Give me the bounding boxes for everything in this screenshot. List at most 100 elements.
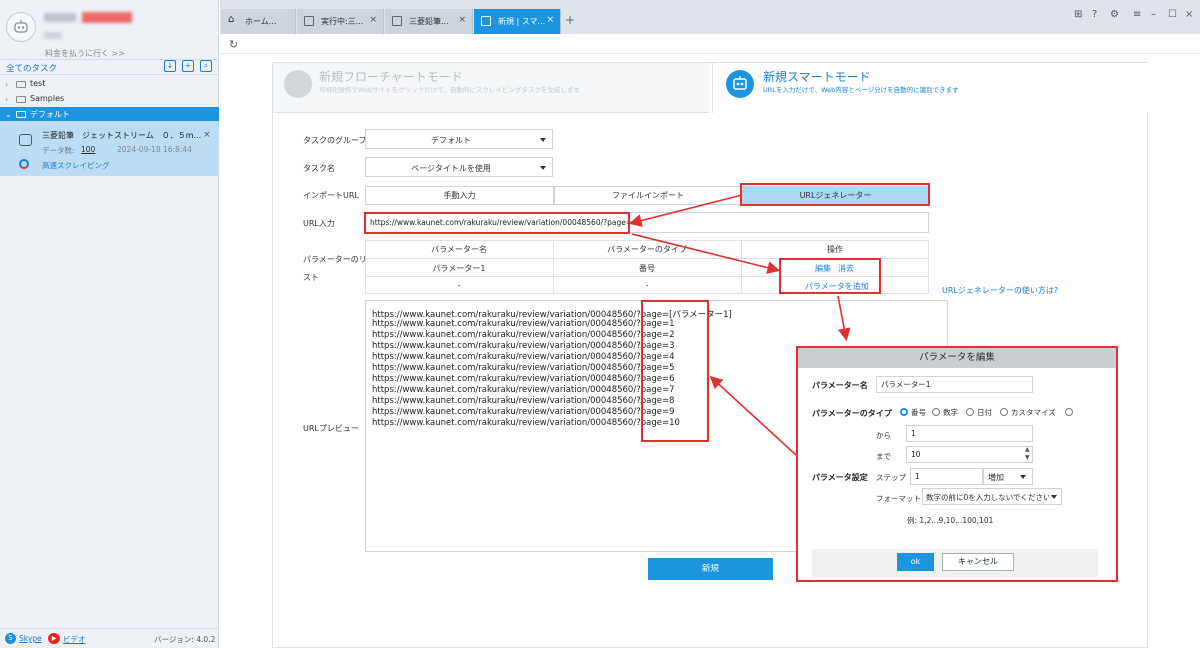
tree-item-default[interactable]: ⌄ デフォルト: [0, 107, 219, 122]
folder-icon: [16, 96, 26, 103]
radio-custom[interactable]: [1000, 408, 1008, 416]
url-generator-help-link[interactable]: URLジェネレーターの使い方は?: [942, 285, 1058, 296]
param-name-cell: パラメーター1: [432, 264, 486, 273]
step-input[interactable]: 1: [910, 468, 983, 485]
user-name-redacted: [44, 13, 76, 22]
add-tab-button[interactable]: +: [565, 13, 575, 27]
close-icon[interactable]: ×: [546, 15, 554, 25]
close-icon[interactable]: ×: [369, 15, 377, 25]
folder-icon: [16, 81, 26, 88]
step-mode-value: 増加: [988, 473, 1004, 482]
column-header-name: パラメーター名: [431, 245, 487, 254]
tab-home[interactable]: ⌂ ホーム...: [221, 9, 296, 34]
page-icon: [392, 16, 402, 26]
param-type-cell: 番号: [639, 264, 655, 273]
smart-mode-title: 新規スマートモード: [763, 70, 871, 84]
format-select[interactable]: 数字の前に0を入力しないでください: [922, 488, 1062, 505]
video-link[interactable]: ビデオ: [63, 634, 86, 645]
step-mode-select[interactable]: 増加: [983, 468, 1033, 485]
preview-line: https://www.kaunet.com/rakuraku/review/v…: [372, 330, 675, 340]
to-input[interactable]: 10: [906, 446, 1033, 463]
folder-icon: [16, 111, 26, 118]
tab-new-smart[interactable]: 新規 | スマ... ×: [474, 9, 561, 34]
maximize-icon[interactable]: ☐: [1168, 9, 1177, 20]
task-name[interactable]: 三菱鉛筆 ジェットストリーム ０．５m...: [42, 130, 201, 141]
tab-label: 三菱鉛筆...: [409, 17, 449, 26]
task-date: 2024-09-18 16:8:44: [117, 145, 192, 154]
param-name-input[interactable]: パラメーター1: [876, 376, 1033, 393]
format-label: フォーマット: [876, 494, 921, 503]
url-preview-label: URLプレビュー: [303, 424, 359, 433]
group-select[interactable]: デフォルト: [365, 129, 553, 149]
ok-button[interactable]: ok: [897, 553, 934, 571]
manual-input-button[interactable]: 手動入力: [365, 186, 554, 205]
robot-icon: [726, 70, 754, 98]
create-button[interactable]: 新規: [648, 558, 773, 580]
preview-line: https://www.kaunet.com/rakuraku/review/v…: [372, 418, 680, 428]
radio-number[interactable]: [900, 408, 908, 416]
video-icon[interactable]: ▶: [48, 633, 60, 644]
data-count-label: データ数:: [42, 146, 75, 155]
radio-number-label: 番号: [911, 408, 926, 417]
tree-item-test[interactable]: › test: [0, 77, 219, 92]
tab-label: ホーム...: [245, 17, 277, 26]
reload-icon[interactable]: ↻: [229, 38, 238, 51]
spinner-icon[interactable]: ▲ ▼: [1025, 446, 1030, 462]
skype-link[interactable]: Skype: [19, 634, 42, 643]
toolbar: [220, 34, 1200, 54]
param-name-label: パラメーター名: [812, 381, 868, 390]
avatar-icon[interactable]: [6, 12, 36, 42]
dialog-title: パラメータを編集: [798, 348, 1116, 368]
radio-other[interactable]: [1065, 408, 1073, 416]
settings-icon[interactable]: ⚙: [1110, 9, 1119, 20]
step-label: ステップ: [876, 473, 906, 482]
empty-name-cell: -: [457, 281, 461, 290]
highlight-box: [740, 183, 930, 206]
caret-down-icon: [1051, 495, 1057, 499]
file-import-button[interactable]: ファイルインポート: [554, 186, 742, 205]
highlight-box: [364, 212, 630, 234]
chevron-down-icon: ⌄: [5, 110, 12, 119]
preview-line: https://www.kaunet.com/rakuraku/review/v…: [372, 319, 675, 329]
preview-line: https://www.kaunet.com/rakuraku/review/v…: [372, 352, 675, 362]
minimize-icon[interactable]: –: [1151, 9, 1156, 20]
tree-item-samples[interactable]: › Samples: [0, 92, 219, 107]
search-task-icon[interactable]: ⌕: [200, 60, 212, 72]
tab-mitsubishi[interactable]: 三菱鉛筆... ×: [385, 9, 473, 34]
chevron-right-icon: ›: [5, 80, 9, 89]
tree-item-label: test: [30, 79, 46, 88]
help-icon[interactable]: ?: [1092, 9, 1097, 20]
tree-item-label: デフォルト: [30, 110, 70, 119]
param-list-label: パラメーターのリ: [303, 255, 367, 264]
page-icon: [304, 16, 314, 26]
skype-icon[interactable]: S: [5, 633, 16, 644]
param-setting-label: パラメータ設定: [812, 473, 868, 482]
data-count-link[interactable]: 100: [81, 145, 95, 154]
radio-date[interactable]: [966, 408, 974, 416]
group-label: タスクのグループ: [303, 136, 367, 145]
speed-mode-link[interactable]: 高速スクレイピング: [42, 160, 110, 171]
task-name-select[interactable]: ページタイトルを使用: [365, 157, 553, 177]
all-tasks-title[interactable]: 全てのタスク: [6, 62, 57, 74]
pay-link[interactable]: 料金を払うに行く >>: [0, 48, 170, 59]
close-icon[interactable]: ×: [458, 15, 466, 25]
radio-digit[interactable]: [932, 408, 940, 416]
close-window-icon[interactable]: ×: [1185, 9, 1193, 20]
tab-running[interactable]: 実行中:三... ×: [297, 9, 384, 34]
caret-down-icon: [1020, 475, 1026, 479]
to-label: まで: [876, 452, 891, 461]
preview-line: https://www.kaunet.com/rakuraku/review/v…: [372, 341, 675, 351]
radio-digit-label: 数字: [943, 408, 958, 417]
radio-date-label: 日付: [977, 408, 992, 417]
tree-item-label: Samples: [30, 94, 65, 103]
import-task-icon[interactable]: ↓: [164, 60, 176, 72]
highlight-box: [641, 300, 709, 442]
preview-line: https://www.kaunet.com/rakuraku/review/v…: [372, 407, 675, 417]
add-task-icon[interactable]: +: [182, 60, 194, 72]
preview-line: https://www.kaunet.com/rakuraku/review/v…: [372, 396, 675, 406]
menu-icon[interactable]: ≡: [1133, 9, 1141, 20]
cancel-button[interactable]: キャンセル: [942, 553, 1014, 571]
close-icon[interactable]: ×: [203, 130, 211, 140]
from-input[interactable]: 1: [906, 425, 1033, 442]
gift-icon[interactable]: ⊞: [1074, 9, 1082, 20]
